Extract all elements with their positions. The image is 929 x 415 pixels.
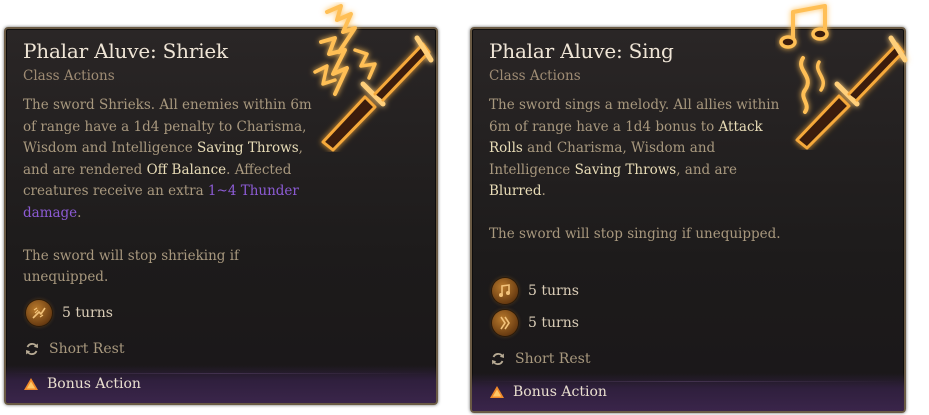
action-type-label: Bonus Action	[513, 384, 607, 400]
duration-label: 5 turns	[62, 305, 113, 321]
desc-text: .	[541, 183, 546, 199]
shriek-sword-icon	[313, 4, 434, 152]
blur-status-icon	[492, 310, 518, 336]
recharge-row: Short Rest	[24, 338, 124, 360]
desc-unequip-note: The sword will stop singing if unequippe…	[489, 226, 781, 242]
spell-description: The sword sings a melody. All allies wit…	[489, 95, 789, 246]
shriek-status-icon	[26, 300, 52, 326]
keyword-off-balance[interactable]: Off Balance	[147, 162, 227, 178]
recharge-label: Short Rest	[515, 351, 591, 367]
keyword-saving-throws[interactable]: Saving Throws	[575, 162, 677, 178]
spell-title: Phalar Aluve: Shriek	[23, 39, 228, 63]
action-type-bar: Bonus Action	[6, 365, 436, 403]
bonus-action-icon	[490, 386, 504, 398]
duration-label: 5 turns	[528, 283, 579, 299]
spell-category: Class Actions	[489, 68, 581, 84]
recharge-label: Short Rest	[49, 341, 125, 357]
spell-category: Class Actions	[23, 68, 115, 84]
keyword-saving-throws[interactable]: Saving Throws	[197, 140, 299, 156]
sing-status-icon	[492, 278, 518, 304]
recharge-row: Short Rest	[490, 348, 590, 370]
keyword-blurred[interactable]: Blurred	[489, 183, 541, 199]
refresh-icon	[26, 343, 38, 355]
desc-text: , and are	[676, 161, 737, 178]
desc-text: .	[77, 204, 82, 221]
action-type-label: Bonus Action	[47, 376, 141, 392]
spell-description: The sword Shrieks. All enemies within 6m…	[23, 95, 323, 289]
desc-unequip-note: The sword will stop shrieking if unequip…	[23, 247, 240, 286]
bonus-action-icon	[24, 378, 38, 390]
duration-label: 5 turns	[528, 315, 579, 331]
duration-row: 5 turns	[492, 309, 579, 337]
refresh-icon	[492, 353, 504, 365]
spell-title: Phalar Aluve: Sing	[489, 39, 674, 63]
duration-row: 5 turns	[492, 277, 579, 305]
duration-row: 5 turns	[26, 299, 113, 327]
sing-sword-icon	[779, 4, 908, 150]
action-type-bar: Bonus Action	[472, 373, 904, 411]
